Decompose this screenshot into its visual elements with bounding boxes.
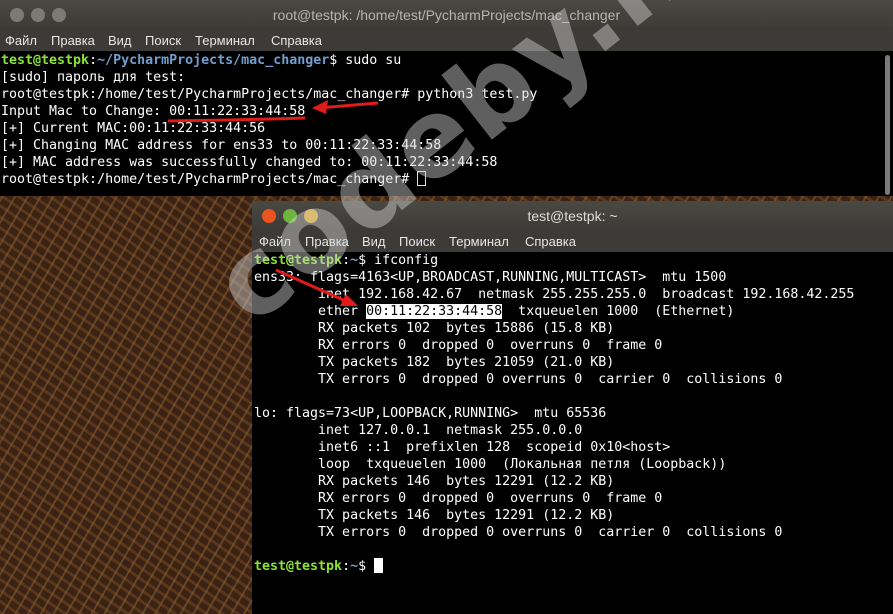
menu-edit[interactable]: Правка bbox=[51, 30, 95, 51]
scrollbar[interactable] bbox=[885, 55, 890, 195]
title-bar[interactable]: root@testpk: /home/test/PycharmProjects/… bbox=[0, 0, 893, 30]
terminal-line: test@testpk:~$ bbox=[254, 558, 384, 575]
menu-help[interactable]: Справка bbox=[525, 231, 576, 252]
terminal-line: inet 127.0.0.1 netmask 255.0.0.0 bbox=[254, 423, 583, 438]
terminal-line: [+] Current MAC:00:11:22:33:44:56 bbox=[1, 121, 266, 136]
menu-help[interactable]: Справка bbox=[271, 30, 322, 51]
terminal-line: loop txqueuelen 1000 (Локальная петля (L… bbox=[254, 457, 727, 472]
terminal-line: RX packets 146 bytes 12291 (12.2 KB) bbox=[254, 474, 615, 489]
terminal-output[interactable]: test@testpk:~$ ifconfig ens33: flags=416… bbox=[252, 252, 893, 614]
menu-view[interactable]: Вид bbox=[108, 30, 132, 51]
terminal-line: Input Mac to Change: 00:11:22:33:44:58 bbox=[1, 104, 306, 119]
terminal-line: TX packets 182 bytes 21059 (21.0 KB) bbox=[254, 355, 615, 370]
terminal-line: RX packets 102 bytes 15886 (15.8 KB) bbox=[254, 321, 615, 336]
terminal-line: ether 00:11:22:33:44:58 txqueuelen 1000 … bbox=[254, 304, 735, 319]
terminal-line: TX packets 146 bytes 12291 (12.2 KB) bbox=[254, 508, 615, 523]
terminal-line: TX errors 0 dropped 0 overruns 0 carrier… bbox=[254, 525, 783, 540]
mac-value-highlighted: 00:11:22:33:44:58 bbox=[366, 304, 503, 319]
menu-terminal[interactable]: Терминал bbox=[195, 30, 255, 51]
menu-file[interactable]: Файл bbox=[5, 30, 37, 51]
window-title: root@testpk: /home/test/PycharmProjects/… bbox=[272, 7, 621, 23]
menu-terminal[interactable]: Терминал bbox=[449, 231, 509, 252]
terminal-line: [sudo] пароль для test: bbox=[1, 70, 186, 85]
terminal-line: TX errors 0 dropped 0 overruns 0 carrier… bbox=[254, 372, 783, 387]
menu-search[interactable]: Поиск bbox=[145, 30, 181, 51]
terminal-line: inet 192.168.42.67 netmask 255.255.255.0… bbox=[254, 287, 855, 302]
text-cursor bbox=[374, 558, 384, 573]
terminal-line: lo: flags=73<UP,LOOPBACK,RUNNING> mtu 65… bbox=[254, 406, 607, 421]
terminal-line: RX errors 0 dropped 0 overruns 0 frame 0 bbox=[254, 491, 663, 506]
mac-value: 00:11:22:33:44:58 bbox=[169, 104, 306, 119]
terminal-line: test@testpk:~/PycharmProjects/mac_change… bbox=[1, 53, 402, 68]
terminal-line: RX errors 0 dropped 0 overruns 0 frame 0 bbox=[254, 338, 663, 353]
terminal-line: inet6 ::1 prefixlen 128 scopeid 0x10<hos… bbox=[254, 440, 671, 455]
